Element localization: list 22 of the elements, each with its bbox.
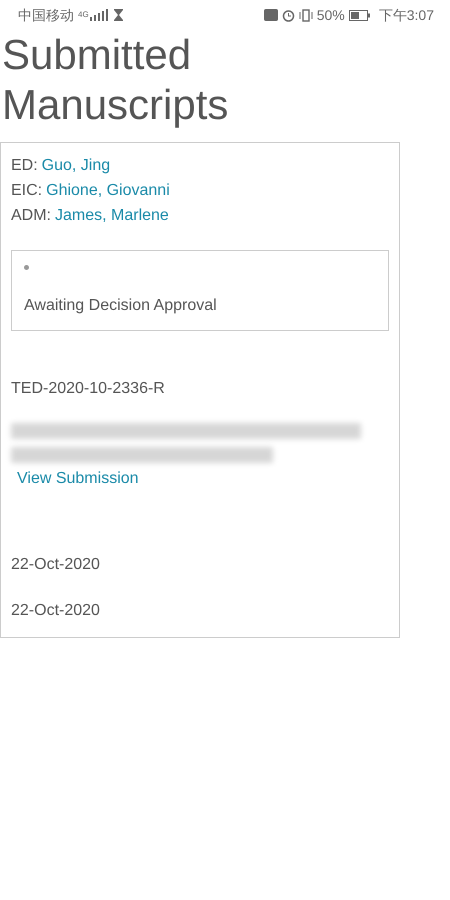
clock-time: 下午3:07 bbox=[378, 6, 434, 24]
bullet-icon bbox=[24, 265, 29, 270]
battery-percent: 50% bbox=[316, 6, 345, 24]
editor-link[interactable]: Guo, Jing bbox=[42, 153, 110, 178]
role-label: ED: bbox=[11, 156, 38, 176]
editor-link[interactable]: Ghione, Giovanni bbox=[46, 178, 170, 203]
hourglass-icon bbox=[114, 9, 123, 21]
view-submission-link[interactable]: View Submission bbox=[17, 470, 139, 487]
signal-icon bbox=[90, 9, 110, 21]
date-text: 22-Oct-2020 bbox=[11, 555, 101, 575]
vibrate-icon bbox=[298, 8, 313, 22]
editor-link[interactable]: James, Marlene bbox=[55, 203, 169, 228]
manuscript-id: TED-2020-10-2336-R bbox=[11, 379, 166, 399]
alarm-icon bbox=[282, 8, 295, 22]
carrier-name: 中国移动 bbox=[18, 6, 74, 24]
page-title: Submitted Manuscripts bbox=[2, 30, 230, 130]
role-label: ADM: bbox=[11, 206, 51, 226]
date-text: 22-Oct-2020 bbox=[11, 601, 101, 621]
network-type: 4G bbox=[78, 11, 89, 19]
role-label: EIC: bbox=[11, 181, 42, 201]
battery-icon bbox=[348, 10, 371, 20]
status-text: Awaiting Decision Approval bbox=[24, 296, 218, 316]
